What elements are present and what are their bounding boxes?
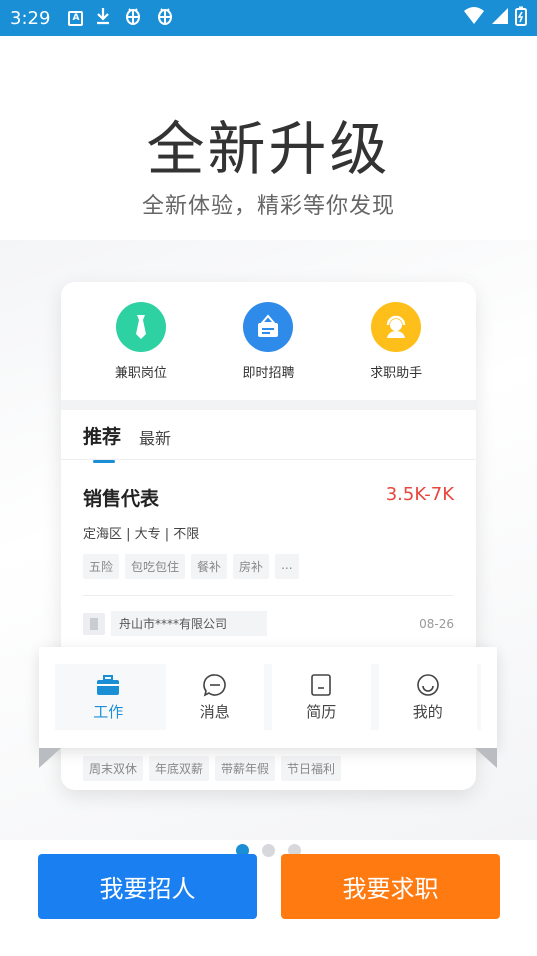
tab-recommended[interactable]: 推荐 — [83, 422, 121, 463]
job-tag: 餐补 — [191, 554, 228, 579]
job-title[interactable]: 销售代表 — [83, 484, 159, 511]
section-divider — [61, 400, 476, 410]
job-tags: 五险 包吃包住 餐补 房补 ... — [83, 554, 299, 579]
bug-icon — [123, 6, 143, 30]
company-logo-icon — [83, 612, 105, 635]
nav-item-resume[interactable]: 简历 — [272, 664, 371, 730]
smile-icon — [416, 673, 440, 697]
job-salary: 3.5K-7K — [385, 484, 454, 505]
chat-icon — [202, 673, 227, 697]
feed-tabs: 推荐 最新 — [83, 422, 171, 463]
nav-item-messages[interactable]: 消息 — [165, 664, 264, 730]
job-tag: 房补 — [233, 554, 270, 579]
assistant-icon — [371, 302, 422, 352]
seek-job-button[interactable]: 我要求职 — [281, 854, 500, 919]
benefit-tag: 带薪年假 — [215, 756, 276, 781]
badge-icon — [243, 302, 294, 352]
job-tag: 五险 — [83, 554, 120, 579]
benefit-tag: 节日福利 — [281, 756, 342, 781]
a-box-icon: A — [68, 10, 84, 26]
status-notification-icons: A — [68, 6, 175, 30]
hero-title: 全新升级 — [146, 115, 391, 183]
company-name: 舟山市****有限公司 — [111, 611, 267, 636]
job-meta: 定海区 | 大专 | 不限 — [83, 527, 200, 542]
hire-button[interactable]: 我要招人 — [38, 854, 257, 919]
ribbon-fold-right — [475, 748, 497, 768]
nav-item-work[interactable]: 工作 — [59, 664, 158, 730]
tie-icon — [115, 302, 166, 352]
quick-action-part-time[interactable]: 兼职岗位 — [86, 302, 196, 400]
job-tag: 包吃包住 — [125, 554, 186, 579]
page-dot[interactable] — [262, 844, 275, 857]
company-row: 舟山市****有限公司 08-26 — [83, 611, 454, 636]
signal-icon — [491, 7, 509, 29]
quick-action-label: 即时招聘 — [242, 366, 295, 381]
quick-actions: 兼职岗位 即时招聘 求职助手 — [61, 282, 476, 400]
job-divider — [83, 595, 454, 596]
nav-label: 简历 — [306, 702, 337, 721]
quick-action-label: 求职助手 — [370, 366, 423, 381]
quick-action-job-assistant[interactable]: 求职助手 — [341, 302, 451, 400]
nav-label: 工作 — [93, 702, 124, 721]
briefcase-icon — [96, 673, 120, 697]
benefit-tag: 年底双薪 — [149, 756, 210, 781]
nav-label: 我的 — [412, 702, 443, 721]
status-system-icons — [463, 6, 527, 30]
status-bar: 3:29 A — [0, 0, 537, 36]
status-time: 3:29 — [10, 7, 51, 29]
download-icon — [95, 7, 111, 29]
nav-item-profile[interactable]: 我的 — [378, 664, 477, 730]
job-tag-more: ... — [275, 554, 299, 579]
bottom-nav-preview: 工作 消息 简历 我的 — [39, 647, 497, 748]
resume-icon — [310, 673, 332, 697]
wifi-icon — [463, 7, 485, 29]
quick-action-instant-hire[interactable]: 即时招聘 — [213, 302, 323, 400]
bottom-nav: 工作 消息 简历 我的 — [55, 664, 481, 730]
tab-latest[interactable]: 最新 — [139, 425, 171, 449]
nav-label: 消息 — [199, 702, 230, 721]
ribbon-fold-left — [39, 748, 61, 768]
quick-action-label: 兼职岗位 — [114, 366, 167, 381]
bug-icon — [155, 6, 175, 30]
benefit-tags: 周末双休 年底双薪 带薪年假 节日福利 — [83, 756, 342, 781]
hero-subtitle: 全新体验，精彩等你发现 — [141, 194, 395, 219]
tabs-divider — [61, 459, 476, 460]
battery-icon — [515, 6, 527, 30]
post-date: 08-26 — [419, 616, 454, 631]
benefit-tag: 周末双休 — [83, 756, 144, 781]
